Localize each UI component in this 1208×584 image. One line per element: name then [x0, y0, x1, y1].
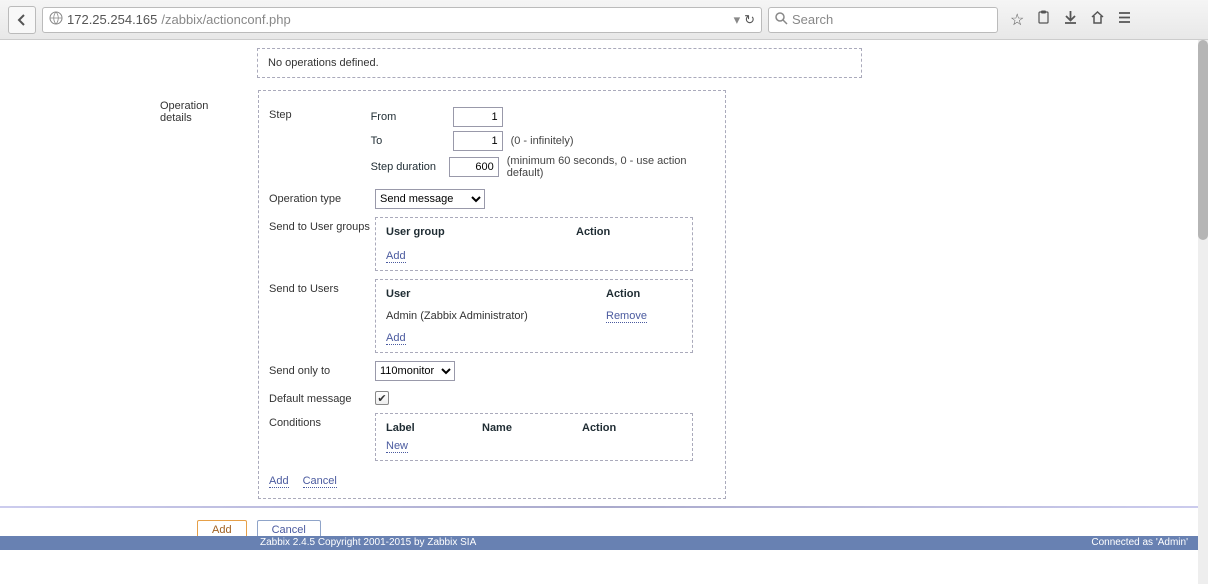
user-group-action-col: Action [576, 226, 682, 238]
user-col: User [386, 288, 606, 300]
add-user-group-link[interactable]: Add [386, 250, 406, 263]
globe-icon [49, 11, 63, 28]
dropdown-icon[interactable]: ▾ [734, 12, 741, 28]
details-add-link[interactable]: Add [269, 475, 289, 488]
url-path: /zabbix/actionconf.php [161, 12, 290, 27]
default-message-label: Default message [269, 389, 375, 405]
duration-input[interactable] [449, 157, 499, 177]
url-bar[interactable]: 172.25.254.165/zabbix/actionconf.php ▾ ↻ [42, 7, 762, 33]
users-box: User Action Admin (Zabbix Administrator)… [375, 279, 693, 353]
to-input[interactable] [453, 131, 503, 151]
toolbar-icons: ☆ [1004, 10, 1138, 30]
to-hint: (0 - infinitely) [511, 135, 574, 147]
cond-label-col: Label [386, 422, 482, 434]
default-message-checkbox[interactable]: ✔ [375, 391, 389, 405]
home-icon[interactable] [1090, 10, 1105, 30]
search-placeholder: Search [792, 12, 833, 27]
user-name: Admin (Zabbix Administrator) [386, 310, 606, 322]
footer-connected: Connected as 'Admin' [1091, 537, 1188, 548]
no-operations-text: No operations defined. [268, 57, 379, 69]
no-operations-box: No operations defined. [257, 48, 862, 78]
user-groups-box: User group Action Add [375, 217, 693, 271]
operation-details-label: Operation details [160, 90, 242, 499]
cond-name-col: Name [482, 422, 582, 434]
scrollbar-thumb[interactable] [1198, 40, 1208, 240]
remove-user-link[interactable]: Remove [606, 310, 647, 323]
operation-type-label: Operation type [269, 189, 375, 205]
details-cancel-link[interactable]: Cancel [303, 475, 337, 488]
star-icon[interactable]: ☆ [1010, 10, 1024, 30]
to-label: To [371, 135, 445, 147]
user-group-col: User group [386, 226, 576, 238]
operation-type-select[interactable]: Send message [375, 189, 485, 209]
conditions-box: Label Name Action New [375, 413, 693, 461]
back-button[interactable] [8, 6, 36, 34]
send-users-label: Send to Users [269, 279, 375, 295]
from-input[interactable] [453, 107, 503, 127]
search-bar[interactable]: Search [768, 7, 998, 33]
add-user-link[interactable]: Add [386, 332, 406, 345]
footer-copyright: Zabbix 2.4.5 Copyright 2001-2015 by Zabb… [260, 537, 1091, 548]
clipboard-icon[interactable] [1036, 10, 1051, 30]
duration-label: Step duration [371, 161, 441, 173]
cond-action-col: Action [582, 422, 682, 434]
menu-icon[interactable] [1117, 10, 1132, 30]
divider [0, 506, 1208, 508]
reload-icon[interactable]: ↻ [744, 12, 755, 28]
from-label: From [371, 111, 445, 123]
send-only-to-select[interactable]: 110monitor [375, 361, 455, 381]
operation-details-box: Step From To (0 - infinitely) Step durat… [258, 90, 726, 499]
step-label: Step [269, 105, 371, 121]
url-host: 172.25.254.165 [67, 12, 157, 27]
send-only-to-label: Send only to [269, 361, 375, 377]
download-icon[interactable] [1063, 10, 1078, 30]
browser-toolbar: 172.25.254.165/zabbix/actionconf.php ▾ ↻… [0, 0, 1208, 40]
new-condition-link[interactable]: New [386, 440, 408, 453]
table-row: Admin (Zabbix Administrator) Remove [386, 306, 682, 326]
page-content: No operations defined. Operation details… [0, 40, 1208, 550]
search-icon [775, 12, 788, 28]
duration-hint: (minimum 60 seconds, 0 - use action defa… [507, 155, 715, 179]
user-action-col: Action [606, 288, 682, 300]
footer: Zabbix 2.4.5 Copyright 2001-2015 by Zabb… [0, 536, 1208, 550]
send-user-groups-label: Send to User groups [269, 217, 375, 233]
conditions-label: Conditions [269, 413, 375, 429]
scrollbar[interactable] [1198, 40, 1208, 584]
